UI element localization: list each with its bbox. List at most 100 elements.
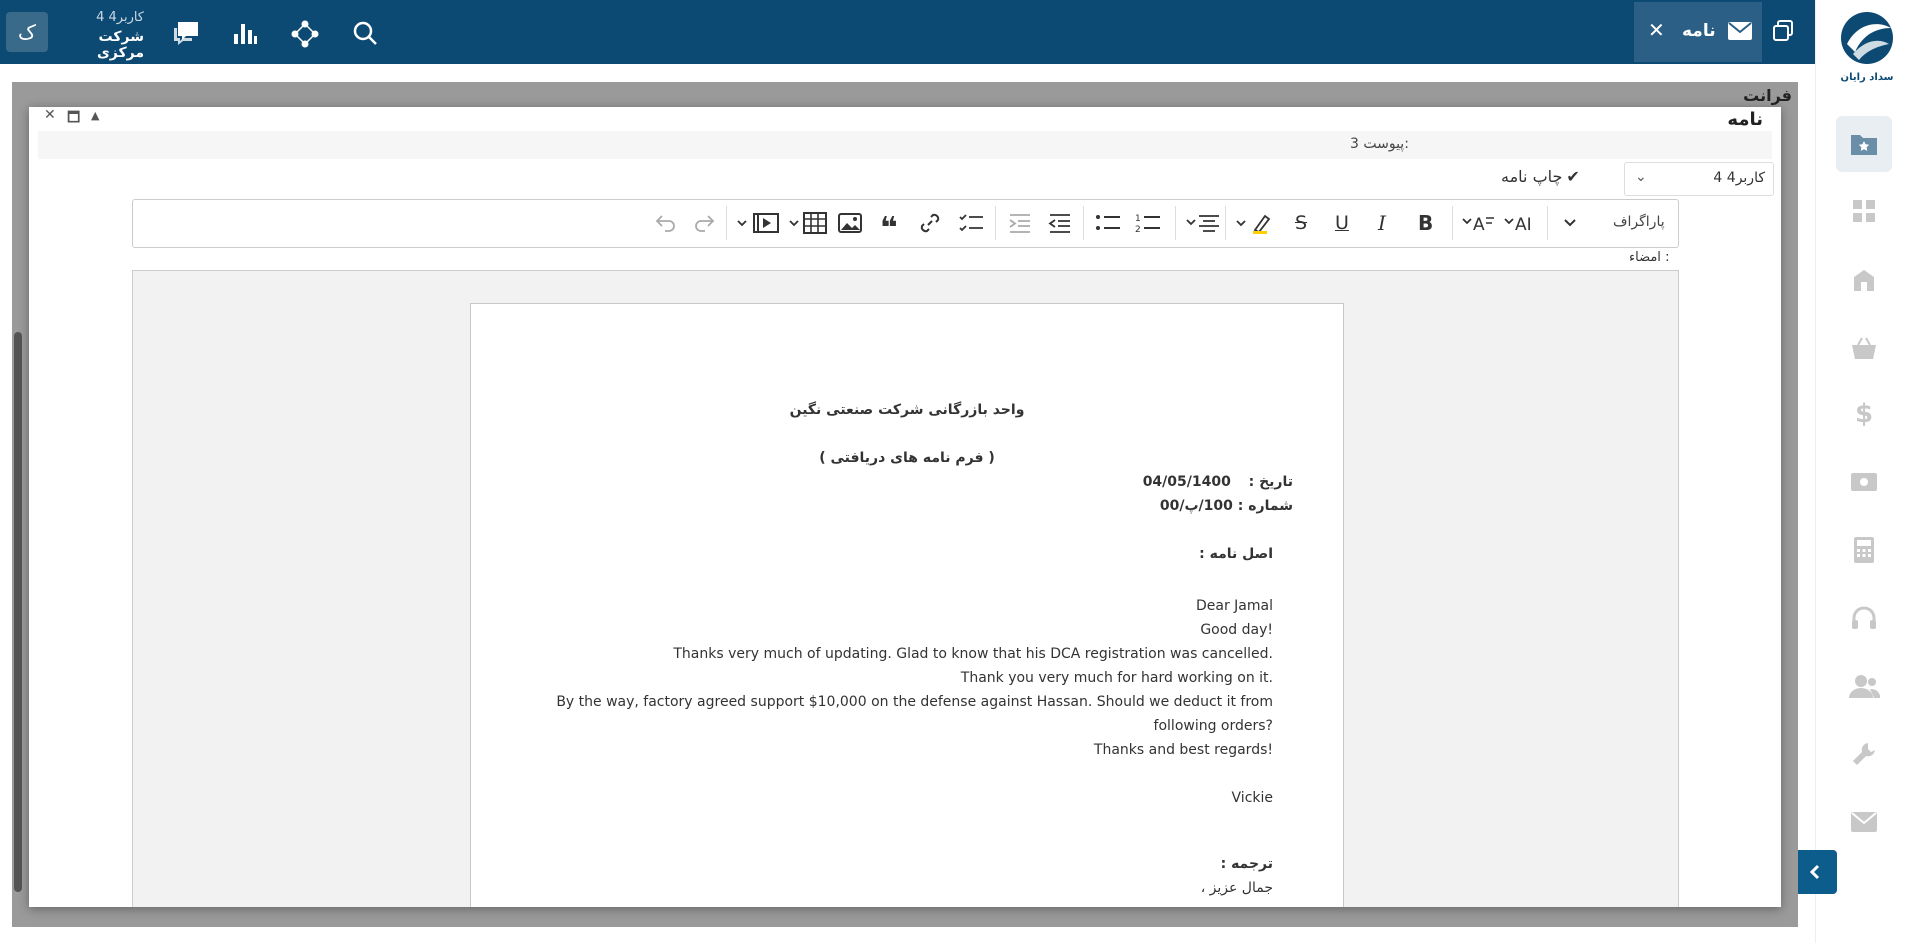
font-family-icon[interactable]: A — [1461, 211, 1495, 235]
sidebar-item-tools[interactable] — [1836, 726, 1892, 782]
sidebar-item-favorites[interactable] — [1836, 116, 1892, 172]
top-bar: ک کاربر4 4 شرکت مرکزی ✕ نامه — [0, 0, 1815, 64]
sidebar-item-cash[interactable] — [1836, 454, 1892, 510]
sidebar-item-support[interactable] — [1836, 590, 1892, 646]
chat-icon[interactable] — [172, 20, 198, 46]
letter-page[interactable]: واحد بازرگانی شرکت صنعتی نگین ( فرم نامه… — [470, 303, 1344, 907]
font-size-icon[interactable]: AI — [1503, 211, 1537, 235]
media-embed-icon[interactable] — [753, 211, 779, 235]
close-icon[interactable]: ✕ — [44, 107, 56, 123]
svg-text:2: 2 — [1135, 225, 1141, 234]
collapse-icon[interactable]: ▲ — [91, 109, 99, 122]
background-scrollbar[interactable] — [14, 332, 22, 892]
todo-list-icon[interactable] — [958, 211, 984, 235]
cash-icon — [1851, 473, 1877, 491]
undo-icon[interactable] — [653, 211, 677, 235]
table-icon[interactable] — [803, 211, 827, 235]
sidebar-item-users[interactable] — [1836, 658, 1892, 714]
right-sidebar: سداد رایان $ — [1815, 0, 1915, 943]
numbered-list-icon[interactable]: 12 — [1135, 211, 1161, 235]
toolbar-separator — [1083, 206, 1084, 240]
number-value: 100/پ/00 — [1159, 498, 1233, 514]
user-select-value: کاربر4 4 — [1713, 170, 1765, 186]
calculator-icon — [1854, 537, 1874, 563]
attachments-label[interactable]: پیوست 3: — [1350, 136, 1409, 152]
translation-label: ترجمه : — [1220, 856, 1273, 872]
outdent-icon[interactable] — [1048, 211, 1072, 235]
sidebar-item-dashboard[interactable] — [1836, 183, 1892, 239]
highlight-icon[interactable] — [1251, 211, 1275, 235]
toolbar-separator — [726, 206, 727, 240]
media-dropdown-chevron-icon[interactable] — [736, 211, 748, 235]
user-select[interactable]: کاربر4 4 ⌄ — [1624, 162, 1774, 196]
date-value: 04/05/1400 — [1142, 474, 1231, 490]
strikethrough-icon[interactable]: S — [1295, 211, 1307, 235]
check-icon: ✔ — [1566, 167, 1580, 186]
dollar-icon: $ — [1854, 399, 1874, 429]
sidebar-item-building[interactable] — [1836, 252, 1892, 308]
maximize-icon[interactable]: 🗖 — [67, 107, 80, 131]
close-icon[interactable]: ✕ — [1648, 18, 1665, 42]
network-icon[interactable] — [291, 20, 319, 48]
editor-toolbar: پاراگراف AI A B I U S 12 ❝ — [132, 199, 1679, 248]
table-dropdown-chevron-icon[interactable] — [788, 211, 800, 235]
users-icon — [1849, 675, 1880, 698]
folder-star-icon — [1851, 135, 1877, 155]
bullet-list-icon[interactable] — [1095, 211, 1121, 235]
bold-icon[interactable]: B — [1418, 211, 1433, 235]
wrench-icon — [1853, 743, 1875, 765]
sidebar-item-mail[interactable] — [1836, 794, 1892, 850]
italic-icon[interactable]: I — [1378, 211, 1386, 235]
sidebar-item-calculator[interactable] — [1836, 522, 1892, 578]
sidebar-item-finance[interactable]: $ — [1836, 386, 1892, 442]
company-name: شرکت مرکزی — [96, 29, 144, 61]
align-icon[interactable] — [1185, 211, 1221, 235]
print-letter-button[interactable]: چاپ نامه ✔ — [1501, 167, 1580, 186]
headset-icon — [1852, 606, 1876, 629]
toolbar-separator — [1225, 206, 1226, 240]
body-line: Thanks very much of updating. Glad to kn… — [673, 646, 1273, 662]
user-info[interactable]: کاربر4 4 شرکت مرکزی — [60, 10, 144, 61]
editor-area: واحد بازرگانی شرکت صنعتی نگین ( فرم نامه… — [132, 270, 1679, 907]
body-line — [553, 762, 1273, 786]
search-icon[interactable] — [352, 20, 378, 46]
sidebar-collapse-button[interactable] — [1793, 850, 1837, 894]
tab-label: نامه — [1682, 21, 1716, 41]
highlight-dropdown-chevron-icon[interactable] — [1235, 211, 1247, 235]
body-line: Thanks and best regards! — [1093, 742, 1273, 758]
letter-body: Dear Jamal Good day! Thanks very much of… — [553, 594, 1273, 810]
tab-letter[interactable]: ✕ نامه — [1634, 2, 1762, 62]
body-line: Thank you very much for hard working on … — [960, 670, 1273, 686]
body-line: following orders? — [1153, 718, 1273, 734]
toolbar-separator — [1175, 206, 1176, 240]
body-line: Good day! — [1200, 622, 1273, 638]
indent-icon[interactable] — [1008, 211, 1032, 235]
translation-first-line: جمال عزیز ، — [1200, 880, 1273, 896]
company-logo: سداد رایان — [1836, 10, 1898, 84]
background-title: فرانت — [1743, 86, 1792, 105]
link-icon[interactable] — [918, 211, 942, 235]
svg-text:A: A — [1473, 215, 1485, 234]
chart-icon[interactable] — [232, 20, 258, 46]
toolbar-separator — [1452, 206, 1453, 240]
sidebar-item-basket[interactable] — [1836, 320, 1892, 376]
letter-header: واحد بازرگانی شرکت صنعتی نگین — [789, 402, 1025, 418]
blockquote-icon[interactable]: ❝ — [880, 211, 898, 244]
user-avatar[interactable]: ک — [6, 12, 48, 52]
number-label: شماره : — [1237, 498, 1293, 514]
paragraph-dropdown-chevron-icon[interactable] — [1563, 211, 1577, 235]
date-label: تاریخ : — [1248, 474, 1293, 490]
windows-icon[interactable] — [1772, 20, 1794, 46]
redo-icon[interactable] — [693, 211, 717, 235]
chevron-down-icon: ⌄ — [1635, 169, 1647, 185]
mail-icon — [1728, 22, 1752, 44]
svg-text:1: 1 — [1135, 214, 1141, 224]
logo-text: سداد رایان — [1840, 72, 1894, 83]
paragraph-format-select[interactable]: پاراگراف — [1613, 214, 1665, 230]
user-name: کاربر4 4 — [96, 10, 144, 25]
basket-icon — [1852, 337, 1876, 359]
building-icon — [1854, 270, 1874, 291]
image-icon[interactable] — [838, 211, 862, 235]
underline-icon[interactable]: U — [1335, 211, 1349, 235]
number-row: شماره : 100/پ/00 — [1160, 498, 1293, 514]
